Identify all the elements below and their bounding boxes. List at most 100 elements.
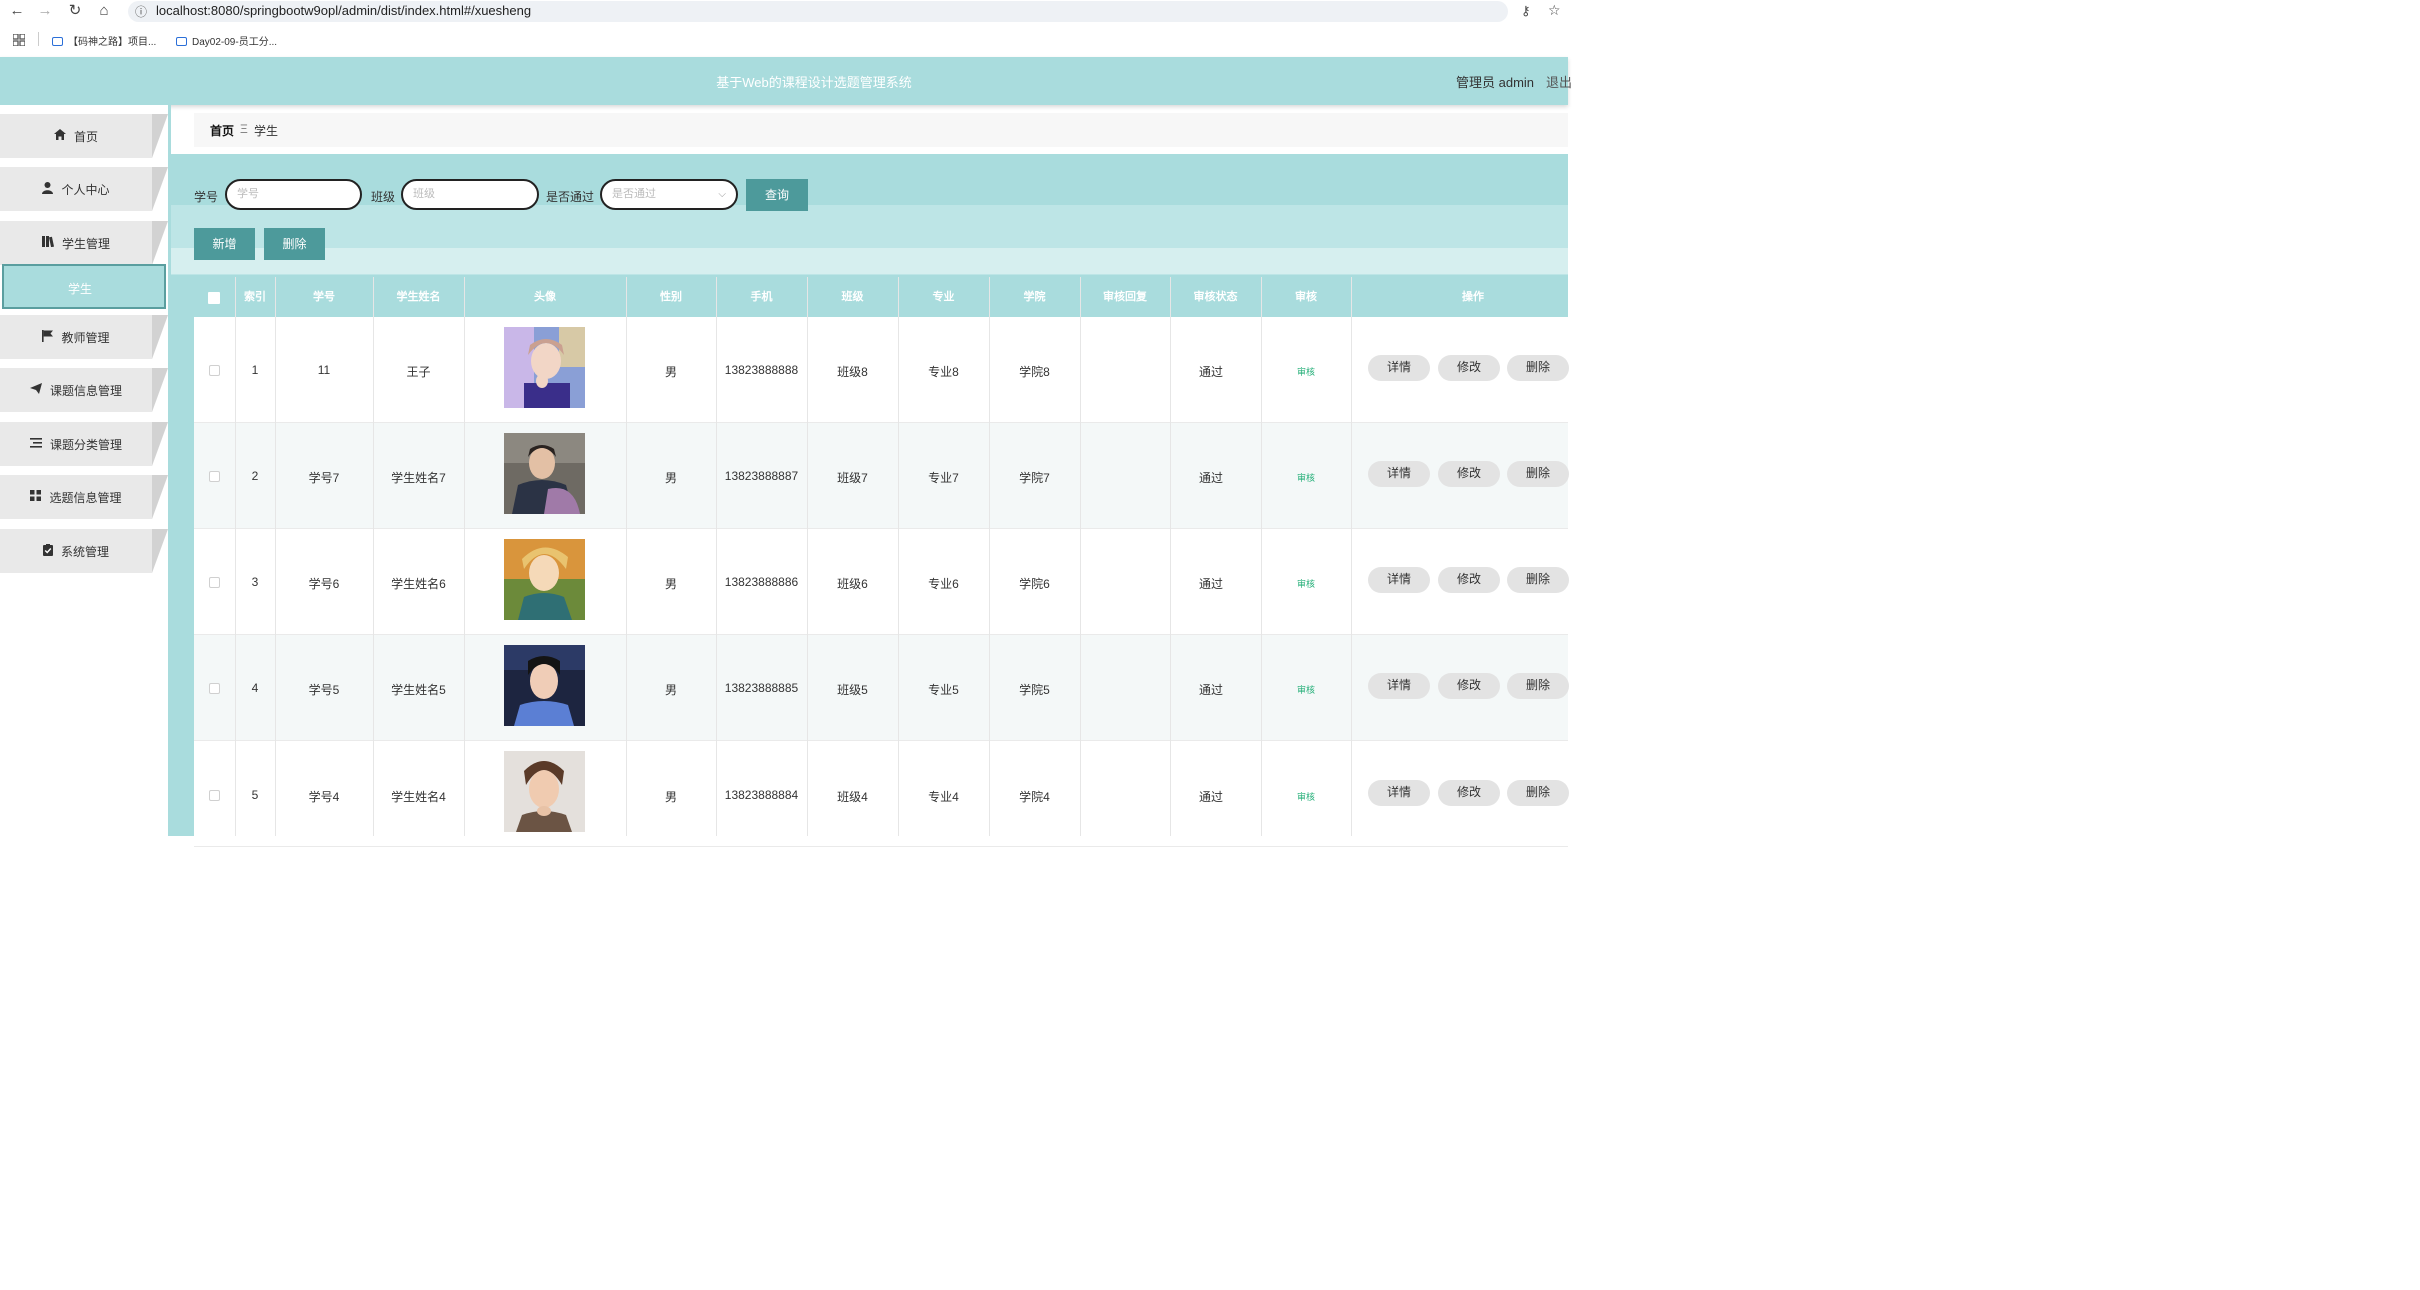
row-checkbox[interactable] <box>209 790 220 801</box>
cell-class: 班级6 <box>837 577 868 591</box>
tv-icon <box>176 37 187 46</box>
library-icon <box>41 236 54 250</box>
row-checkbox[interactable] <box>209 577 220 588</box>
audit-link[interactable]: 审核 <box>1261 365 1351 378</box>
query-button[interactable]: 查询 <box>746 179 808 211</box>
cell-status: 通过 <box>1198 471 1223 485</box>
cell-major: 专业5 <box>928 683 959 697</box>
cell-status: 通过 <box>1198 577 1223 591</box>
batch-delete-button[interactable]: 删除 <box>264 228 325 260</box>
col-header-audit: 审核 <box>1295 291 1317 303</box>
col-header-gender: 性别 <box>660 291 682 303</box>
reload-icon[interactable]: ↻ <box>65 2 85 20</box>
avatar <box>504 433 585 514</box>
cell-college: 学院5 <box>1019 683 1050 697</box>
delete-button[interactable]: 删除 <box>1507 673 1569 699</box>
col-divider <box>626 277 627 836</box>
audit-link[interactable]: 审核 <box>1261 577 1351 590</box>
cell-phone: 13823888886 <box>724 575 799 589</box>
list-icon <box>29 437 42 451</box>
sidebar-item-selection-info-management[interactable]: 选题信息管理 <box>0 475 168 519</box>
cell-index: 4 <box>251 681 259 695</box>
address-url[interactable]: localhost:8080/springbootw9opl/admin/dis… <box>156 3 531 18</box>
edit-button[interactable]: 修改 <box>1438 355 1500 381</box>
breadcrumb-home[interactable]: 首页 <box>210 122 234 139</box>
bookmark-item-2[interactable]: Day02-09-员工分... <box>176 33 277 48</box>
cell-phone: 13823888888 <box>724 363 799 377</box>
row-checkbox[interactable] <box>209 683 220 694</box>
col-header-reply: 审核回复 <box>1103 291 1147 303</box>
detail-button[interactable]: 详情 <box>1368 673 1430 699</box>
detail-button[interactable]: 详情 <box>1368 780 1430 806</box>
edit-button[interactable]: 修改 <box>1438 567 1500 593</box>
sidebar-item-personal-center[interactable]: 个人中心 <box>0 167 168 211</box>
passed-select[interactable]: 是否通过 ⌵ <box>600 179 738 210</box>
sidebar <box>0 105 168 836</box>
delete-button[interactable]: 删除 <box>1507 780 1569 806</box>
send-icon <box>29 383 42 397</box>
breadcrumb-current: 学生 <box>254 124 279 138</box>
cell-name: 学生姓名6 <box>391 577 446 591</box>
sidebar-item-student-management[interactable]: 学生管理 <box>0 221 168 265</box>
cell-class: 班级7 <box>837 471 868 485</box>
sidebar-item-teacher-management[interactable]: 教师管理 <box>0 315 168 359</box>
col-header-student-no: 学号 <box>313 291 335 303</box>
detail-button[interactable]: 详情 <box>1368 567 1430 593</box>
logout-link[interactable]: 退出 <box>1546 72 1572 91</box>
home-page-icon[interactable]: ⌂ <box>94 2 114 20</box>
row-checkbox[interactable] <box>209 365 220 376</box>
col-divider <box>716 277 717 836</box>
col-divider <box>235 277 236 836</box>
row-checkbox[interactable] <box>209 471 220 482</box>
back-arrow-icon[interactable]: ← <box>7 2 27 20</box>
edit-button[interactable]: 修改 <box>1438 461 1500 487</box>
class-label: 班级 <box>371 190 396 204</box>
col-divider <box>1351 277 1352 836</box>
delete-button[interactable]: 删除 <box>1507 567 1569 593</box>
edit-button[interactable]: 修改 <box>1438 673 1500 699</box>
home-icon <box>53 129 66 143</box>
edit-button[interactable]: 修改 <box>1438 780 1500 806</box>
bookmark-item-1[interactable]: 【码神之路】项目... <box>52 33 156 48</box>
col-header-name: 学生姓名 <box>396 291 441 303</box>
select-all-checkbox[interactable] <box>208 292 220 304</box>
apps-grid-icon[interactable] <box>12 33 26 47</box>
audit-link[interactable]: 审核 <box>1261 683 1351 696</box>
password-key-icon[interactable]: ⚷ <box>1521 3 1531 19</box>
sidebar-item-topic-info-management[interactable]: 课题信息管理 <box>0 368 168 412</box>
audit-link[interactable]: 审核 <box>1261 790 1351 803</box>
student-no-input[interactable]: 学号 <box>225 179 362 210</box>
avatar <box>504 751 585 832</box>
col-header-major: 专业 <box>932 291 955 303</box>
bookmark-star-icon[interactable]: ☆ <box>1548 2 1561 19</box>
delete-button[interactable]: 删除 <box>1507 355 1569 381</box>
delete-button[interactable]: 删除 <box>1507 461 1569 487</box>
cell-student-no: 学号5 <box>308 683 340 697</box>
class-input[interactable]: 班级 <box>401 179 539 210</box>
forward-arrow-icon[interactable]: → <box>35 2 55 20</box>
site-info-icon[interactable]: ⓘ <box>135 3 147 20</box>
decorative-band-light <box>171 248 1568 274</box>
cell-name: 学生姓名5 <box>391 683 446 697</box>
col-divider <box>1170 277 1171 836</box>
detail-button[interactable]: 详情 <box>1368 461 1430 487</box>
submenu-item-student-label[interactable]: 学生 <box>2 280 158 297</box>
bookmark-divider <box>38 32 39 46</box>
sidebar-item-topic-category-management[interactable]: 课题分类管理 <box>0 422 168 466</box>
add-button[interactable]: 新增 <box>194 228 255 260</box>
col-header-class: 班级 <box>841 291 864 303</box>
sidebar-item-home[interactable]: 首页 <box>0 114 168 158</box>
col-divider <box>898 277 899 836</box>
cell-college: 学院4 <box>1019 790 1050 804</box>
avatar <box>504 327 585 408</box>
cell-gender: 男 <box>664 471 677 485</box>
detail-button[interactable]: 详情 <box>1368 355 1430 381</box>
cell-phone: 13823888885 <box>724 681 799 695</box>
col-divider <box>1080 277 1081 836</box>
sidebar-item-system-management[interactable]: 系统管理 <box>0 529 168 573</box>
flag-icon <box>42 329 54 345</box>
col-divider <box>1261 277 1262 836</box>
cell-class: 班级4 <box>837 790 868 804</box>
audit-link[interactable]: 审核 <box>1261 471 1351 484</box>
col-divider <box>807 277 808 836</box>
